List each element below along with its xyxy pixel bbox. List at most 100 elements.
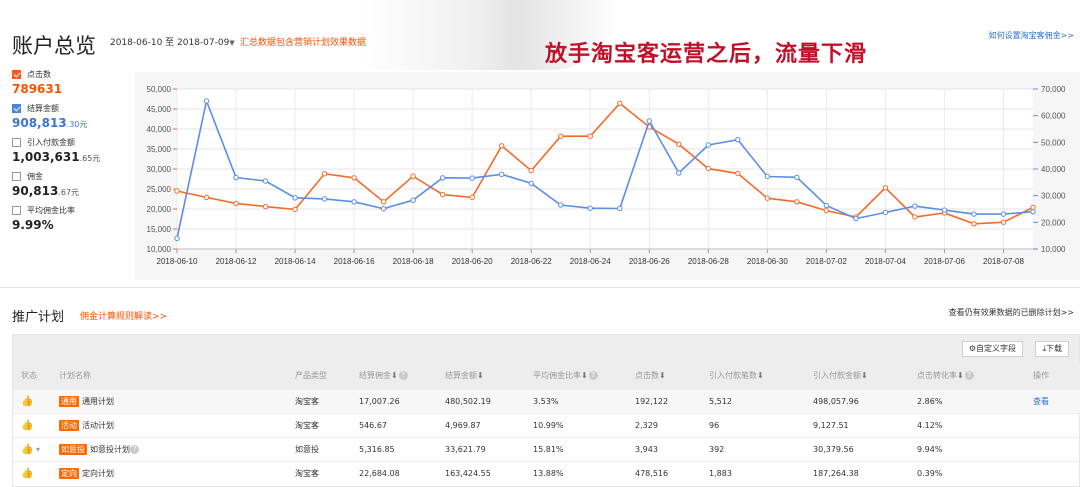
metric-clicks[interactable]: 点击数 789631 bbox=[12, 68, 132, 96]
commission-rules-link[interactable]: 佣金计算规则解读>> bbox=[80, 309, 167, 322]
y-left-tick-label: 45,000 bbox=[147, 105, 172, 114]
checkbox-paid-amount[interactable] bbox=[12, 137, 21, 147]
plan-name[interactable]: 活动计划 bbox=[82, 421, 114, 430]
page-title: 账户总览 bbox=[12, 34, 96, 58]
col-click-cvr[interactable]: 点击转化率⬇? bbox=[909, 363, 1025, 389]
trend-chart-svg: 10,000 15,000 20,000 25,000 30,000 35,000 40,0… bbox=[147, 85, 1066, 266]
table-row[interactable]: 👍 活动 活动计划 淘宝客 546.67 4,969.87 10.99% 2,32… bbox=[13, 413, 1080, 437]
thumbs-up-icon[interactable]: 👍 bbox=[21, 420, 33, 431]
y-left-tick-label: 50,000 bbox=[147, 85, 172, 94]
metric-label: 平均佣金比率 bbox=[27, 205, 75, 215]
checkbox-commission[interactable] bbox=[12, 171, 21, 181]
x-tick-label: 2018-06-16 bbox=[334, 257, 375, 266]
avg-commission-rate: 3.53% bbox=[533, 396, 559, 406]
chevron-down-icon[interactable]: ▾ bbox=[36, 445, 40, 454]
plan-name[interactable]: 定向计划 bbox=[82, 469, 114, 478]
series-point-0 bbox=[292, 206, 298, 213]
y-right-tick-label: 10,000 bbox=[1041, 245, 1066, 254]
col-status: 状态 bbox=[21, 371, 37, 381]
settlement-amount: 163,424.55 bbox=[445, 468, 491, 478]
plan-tag: 定向 bbox=[59, 467, 79, 479]
col-avg-commission-rate[interactable]: 平均佣金比率⬇? bbox=[525, 363, 627, 389]
avg-commission-rate: 13.88% bbox=[533, 468, 564, 478]
section-divider bbox=[0, 287, 1080, 288]
table-row[interactable]: 👍 ▾ 如意投 如意投计划? 如意投 5,316.85 33,621.79 15.… bbox=[13, 437, 1080, 461]
col-settlement-amount[interactable]: 结算金额⬇ bbox=[437, 363, 525, 389]
metric-avg-commission-rate[interactable]: 平均佣金比率 9.99% bbox=[12, 204, 132, 232]
x-tick-label: 2018-06-20 bbox=[452, 257, 493, 266]
metric-value: 908,813.30元 bbox=[12, 116, 88, 130]
plan-name[interactable]: 通用计划 bbox=[82, 397, 114, 406]
thumbs-up-icon[interactable]: 👍 bbox=[21, 396, 33, 407]
col-paid-orders[interactable]: 引入付款笔数⬇ bbox=[701, 363, 805, 389]
series-point-0 bbox=[469, 194, 475, 201]
y-right-tick-label: 60,000 bbox=[1041, 112, 1066, 121]
settlement-commission: 22,684.08 bbox=[359, 468, 400, 478]
custom-fields-button[interactable]: ⚙自定义字段 bbox=[961, 341, 1023, 357]
series-point-1 bbox=[646, 118, 652, 124]
series-point-1 bbox=[882, 209, 889, 216]
series-point-1 bbox=[262, 178, 269, 184]
metric-settlement-amount[interactable]: 结算金额 908,813.30元 bbox=[12, 102, 132, 130]
series-point-1 bbox=[351, 199, 357, 205]
col-clicks[interactable]: 点击数⬇ bbox=[627, 363, 701, 389]
deleted-plans-link[interactable]: 查看仍有效果数据的已删除计划>> bbox=[949, 307, 1074, 318]
col-actions: 操作 bbox=[1033, 371, 1049, 381]
checkbox-clicks[interactable] bbox=[12, 69, 21, 79]
series-point-0 bbox=[912, 214, 918, 220]
x-tick-label: 2018-07-04 bbox=[865, 257, 906, 266]
sort-down-icon: ⬇ bbox=[957, 371, 964, 381]
plan-name[interactable]: 如意投计划 bbox=[90, 445, 130, 454]
clicks: 2,329 bbox=[635, 420, 658, 430]
checkbox-settlement-amount[interactable] bbox=[12, 103, 21, 113]
metrics-panel: 点击数 789631 结算金额 908,813.30元 引入付款金额 1,003… bbox=[12, 68, 132, 238]
series-point-0 bbox=[823, 207, 830, 214]
view-link[interactable]: 查看 bbox=[1033, 397, 1049, 406]
thumbs-up-icon[interactable]: 👍 bbox=[21, 468, 33, 479]
series-point-0 bbox=[676, 141, 682, 147]
annotation-headline: 放手淘宝客运营之后，流量下滑 bbox=[545, 41, 868, 67]
series-point-0 bbox=[705, 165, 712, 172]
y-right-tick-label: 40,000 bbox=[1041, 165, 1066, 174]
click-cvr: 2.86% bbox=[917, 396, 943, 406]
help-icon[interactable]: ? bbox=[398, 371, 408, 381]
plan-tag: 如意投 bbox=[59, 443, 87, 455]
col-product-type: 产品类型 bbox=[295, 371, 327, 381]
col-settlement-commission[interactable]: 结算佣金⬇? bbox=[351, 363, 437, 389]
series-point-0 bbox=[735, 170, 741, 177]
help-icon[interactable]: ? bbox=[130, 444, 139, 454]
download-button[interactable]: ⤓下载 bbox=[1035, 341, 1069, 357]
metric-value: 789631 bbox=[12, 82, 63, 96]
x-tick-label: 2018-07-06 bbox=[924, 257, 965, 266]
product-type: 淘宝客 bbox=[295, 420, 319, 430]
series-point-1 bbox=[469, 175, 475, 181]
series-point-1 bbox=[705, 142, 712, 148]
paid-amount: 498,057.96 bbox=[813, 396, 859, 406]
metric-commission[interactable]: 佣金 90,813.67元 bbox=[12, 170, 132, 198]
x-tick-label: 2018-06-12 bbox=[216, 257, 257, 266]
table-row[interactable]: 👍 定向 定向计划 淘宝客 22,684.08 163,424.55 13.88%… bbox=[13, 461, 1080, 485]
table-toolbar: ⚙自定义字段 ⤓下载 bbox=[13, 335, 1079, 363]
series-point-1 bbox=[439, 175, 446, 181]
help-icon[interactable]: ? bbox=[588, 371, 598, 381]
help-icon[interactable]: ? bbox=[964, 371, 974, 381]
thumbs-up-icon[interactable]: 👍 bbox=[21, 444, 33, 455]
commission-help-link[interactable]: 如何设置淘宝客佣金>> bbox=[989, 30, 1074, 41]
date-range-picker[interactable]: 2018-06-10 至 2018-07-09▼ bbox=[110, 35, 235, 48]
table-row[interactable]: 👍 通用 通用计划 淘宝客 17,007.26 480,502.19 3.53% … bbox=[13, 389, 1080, 413]
series-point-0 bbox=[380, 199, 387, 205]
series-point-1 bbox=[941, 207, 948, 213]
series-point-0 bbox=[233, 200, 239, 207]
col-paid-amount[interactable]: 引入付款金额⬇ bbox=[805, 363, 909, 389]
checkbox-avg-commission-rate[interactable] bbox=[12, 205, 21, 215]
series-point-1 bbox=[735, 136, 741, 143]
clicks: 478,516 bbox=[635, 468, 669, 478]
x-tick-label: 2018-06-10 bbox=[157, 257, 198, 266]
sort-down-icon: ⬇ bbox=[477, 371, 484, 381]
series-point-1 bbox=[174, 235, 180, 242]
metric-label: 引入付款金额 bbox=[27, 137, 75, 147]
caret-down-icon: ▼ bbox=[229, 39, 235, 47]
metric-paid-amount[interactable]: 引入付款金额 1,003,631.65元 bbox=[12, 136, 132, 164]
paid-amount: 30,379.56 bbox=[813, 444, 854, 454]
table-header-row: 状态 计划名称 产品类型 结算佣金⬇? 结算金额⬇ 平均佣金比率⬇? 点击数⬇ … bbox=[13, 363, 1080, 389]
